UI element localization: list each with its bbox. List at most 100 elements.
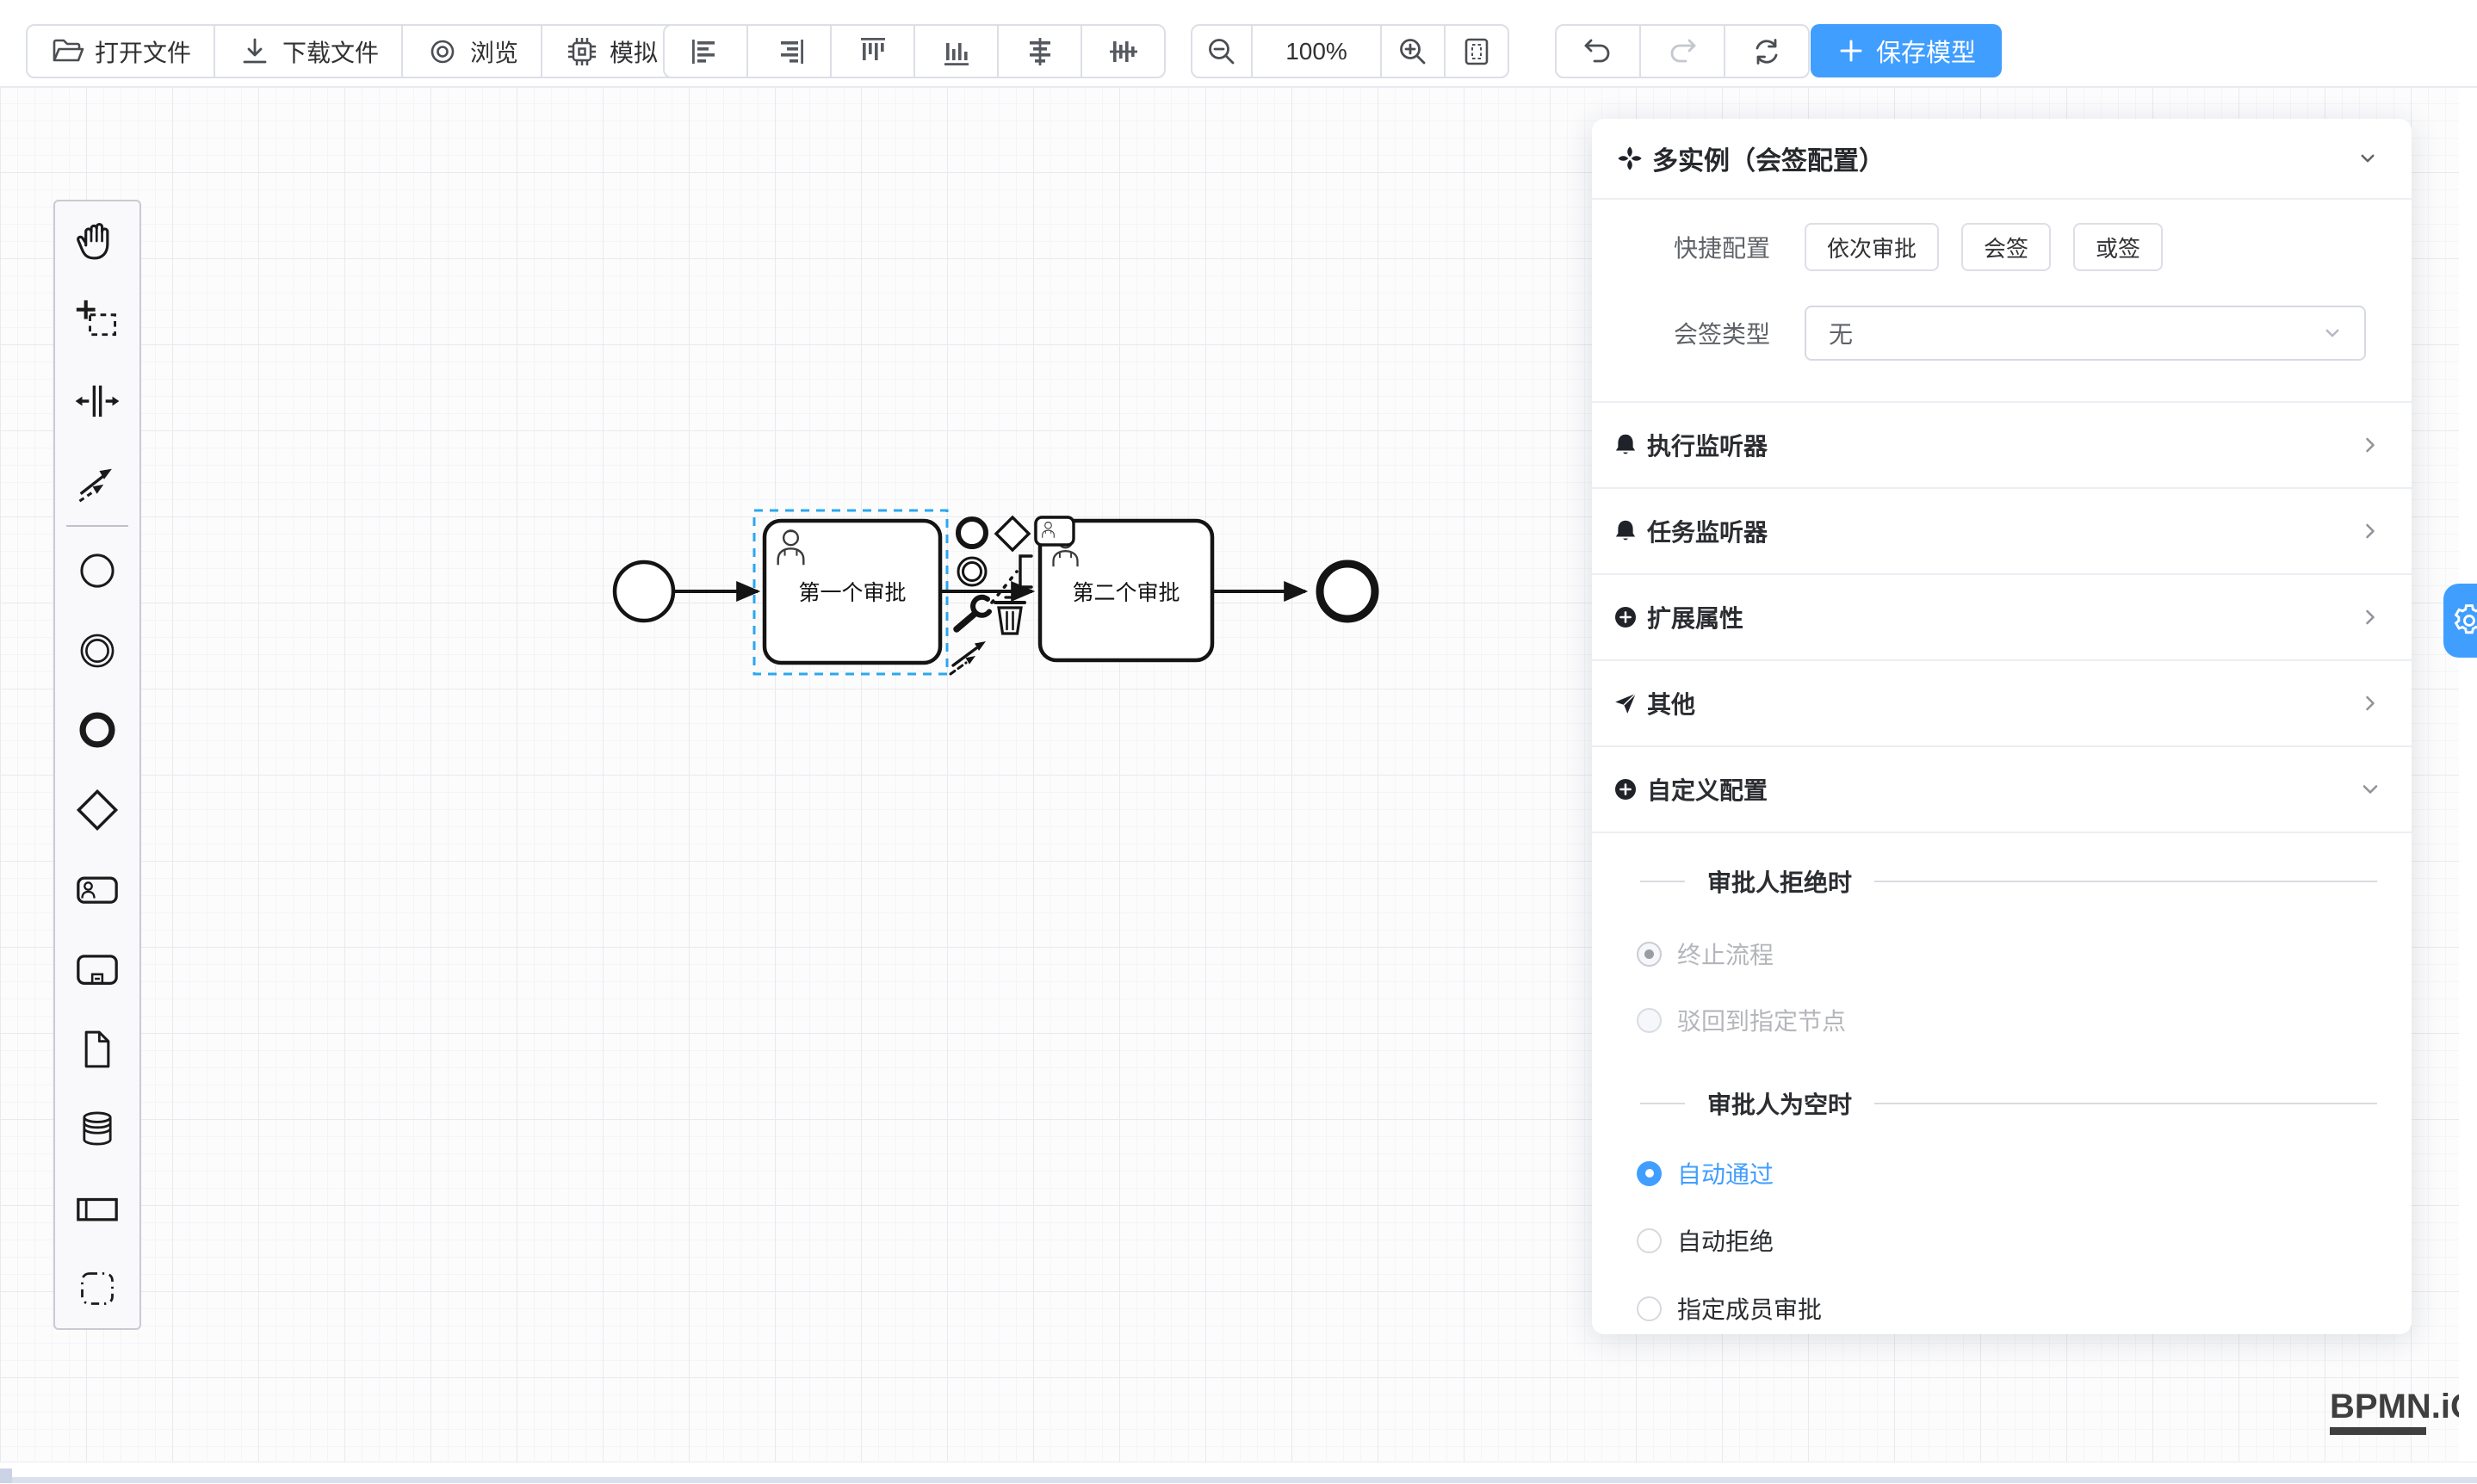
connect-tool-icon (72, 455, 122, 505)
create-end-event[interactable] (55, 690, 139, 770)
radio-return-to-node[interactable]: 驳回到指定节点 (1592, 1003, 2412, 1037)
radio-icon (1637, 1161, 1662, 1186)
radio-icon (1637, 1228, 1662, 1253)
simulate-button[interactable]: 模拟 (541, 24, 682, 78)
radio-assign-member[interactable]: 指定成员审批 (1592, 1291, 2412, 1326)
zoom-in-button[interactable] (1380, 24, 1446, 78)
create-intermediate-event[interactable] (55, 610, 139, 690)
create-subprocess[interactable] (55, 930, 139, 1010)
data-store-icon (73, 1104, 121, 1153)
open-file-button[interactable]: 打开文件 (26, 24, 215, 78)
data-object-icon (73, 1025, 121, 1073)
start-event[interactable] (615, 562, 673, 621)
task1-label: 第一个审批 (798, 581, 906, 605)
quick-option-sequential[interactable]: 依次审批 (1805, 223, 1939, 271)
gateway-icon (73, 786, 121, 834)
logo-text: BPMN.iO (2330, 1389, 2477, 1424)
lasso-tool[interactable] (55, 281, 139, 362)
quick-option-orsign[interactable]: 或签 (2073, 223, 2163, 271)
create-data-object[interactable] (55, 1009, 139, 1089)
align-middle-vertical-icon (1106, 34, 1141, 69)
custom-config-body: 审批人拒绝时 终止流程 驳回到指定节点 审批人为空时 自动通过 自动拒绝 指定成… (1592, 832, 2412, 1326)
section-task-listener[interactable]: 任务监听器 (1592, 489, 2412, 573)
undo-button[interactable] (1555, 24, 1641, 78)
wrench-icon[interactable] (957, 597, 989, 629)
zoom-in-icon (1396, 34, 1430, 69)
align-right-button[interactable] (746, 24, 832, 78)
space-tool[interactable] (55, 361, 139, 441)
space-tool-icon (72, 376, 122, 426)
user-task-icon (73, 865, 121, 913)
radio-auto-reject[interactable]: 自动拒绝 (1592, 1223, 2412, 1258)
bpmn-io-logo[interactable]: BPMN.iO (2330, 1389, 2477, 1435)
task2-label: 第二个审批 (1072, 581, 1180, 605)
hand-tool[interactable] (55, 201, 139, 281)
global-connect-tool[interactable] (55, 441, 139, 521)
align-middle-vertical-button[interactable] (1081, 24, 1166, 78)
chevron-down-icon[interactable] (2355, 145, 2381, 171)
create-gateway[interactable] (55, 770, 139, 850)
quick-option-countersign[interactable]: 会签 (1961, 223, 2051, 271)
zoom-level-value: 100% (1285, 38, 1347, 65)
radio-terminate-process[interactable]: 终止流程 (1592, 937, 2412, 971)
create-participant[interactable] (55, 1169, 139, 1249)
save-model-button[interactable]: 保存模型 (1811, 24, 2002, 77)
horizontal-scrollbar-thumb[interactable] (12, 1477, 2477, 1483)
zoom-fit-button[interactable] (1444, 24, 1509, 78)
bell-icon (1613, 432, 1638, 458)
zoom-level[interactable]: 100% (1251, 24, 1382, 78)
preview-button[interactable]: 浏览 (401, 24, 542, 78)
chevron-down-icon (2358, 777, 2382, 801)
download-file-button[interactable]: 下载文件 (214, 24, 403, 78)
create-data-store[interactable] (55, 1089, 139, 1169)
user-task-1[interactable]: 第一个审批 (765, 521, 940, 663)
reset-button[interactable] (1724, 24, 1810, 78)
quick-config-row: 快捷配置 依次审批 会签 或签 (1592, 217, 2412, 277)
align-bottom-button[interactable] (913, 24, 999, 78)
radio-label: 自动拒绝 (1677, 1223, 1774, 1258)
shape-palette (53, 200, 141, 1330)
align-left-button[interactable] (663, 24, 748, 78)
section-label: 其他 (1647, 686, 2358, 720)
create-start-event[interactable] (55, 531, 139, 611)
group-icon (73, 1264, 121, 1313)
radio-label: 终止流程 (1677, 937, 1774, 971)
divider (1874, 881, 2377, 882)
settings-toggle-tab[interactable] (2443, 584, 2477, 658)
scrollbar-corner (0, 1469, 12, 1483)
align-top-icon (856, 34, 890, 69)
section-other[interactable]: 其他 (1592, 661, 2412, 745)
empty-group-header: 审批人为空时 (1592, 1086, 2412, 1121)
download-icon (238, 34, 272, 69)
zoom-out-button[interactable] (1191, 24, 1253, 78)
radio-label: 自动通过 (1677, 1156, 1774, 1190)
trash-icon[interactable] (995, 597, 1025, 634)
radio-auto-pass[interactable]: 自动通过 (1592, 1156, 2412, 1190)
section-execution-listener[interactable]: 执行监听器 (1592, 403, 2412, 487)
connect-icon[interactable] (951, 641, 986, 674)
plus-icon (1836, 36, 1866, 65)
open-file-label: 打开文件 (95, 34, 191, 69)
section-extended-properties[interactable]: 扩展属性 (1592, 575, 2412, 659)
end-event[interactable] (1320, 564, 1375, 619)
append-end-event-icon[interactable] (958, 519, 986, 547)
append-text-annotation-icon[interactable] (992, 556, 1031, 603)
create-user-task[interactable] (55, 850, 139, 930)
palette-separator (66, 525, 129, 527)
redo-button[interactable] (1639, 24, 1725, 78)
vertical-scrollbar[interactable] (2459, 86, 2477, 1483)
end-event-icon (73, 706, 121, 754)
append-task-icon-overlay[interactable] (1036, 517, 1074, 545)
sign-type-select[interactable]: 无 (1805, 306, 2366, 361)
append-gateway-icon[interactable] (996, 517, 1029, 550)
create-group[interactable] (55, 1248, 139, 1328)
folder-open-icon (50, 34, 84, 69)
align-top-button[interactable] (830, 24, 915, 78)
section-label: 任务监听器 (1647, 514, 2358, 548)
panel-header[interactable]: 多实例（会签配置） (1592, 119, 2412, 200)
append-intermediate-event-icon[interactable] (958, 558, 986, 585)
reject-group-header: 审批人拒绝时 (1592, 864, 2412, 899)
redo-icon (1665, 34, 1700, 69)
section-custom-config[interactable]: 自定义配置 (1592, 747, 2412, 832)
align-center-horizontal-button[interactable] (997, 24, 1082, 78)
